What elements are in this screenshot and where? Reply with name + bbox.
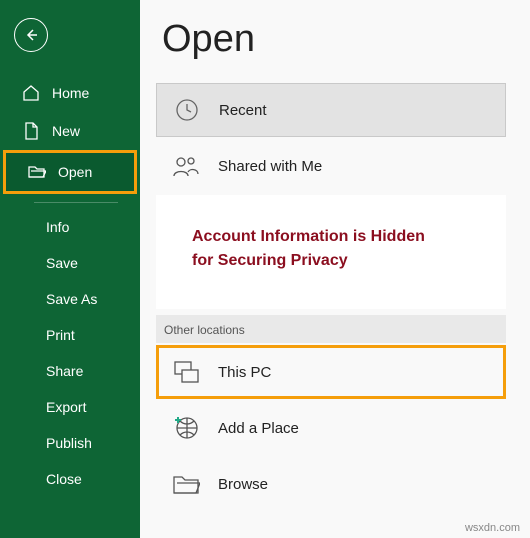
nav-print[interactable]: Print [0,317,140,353]
sidebar: Home New Open Info Save Save As [0,0,140,538]
nav-label: Publish [46,435,92,451]
privacy-notice: Account Information is Hidden for Securi… [156,195,506,309]
list-label: Recent [219,102,267,119]
nav-save[interactable]: Save [0,245,140,281]
this-pc-item[interactable]: This PC [156,345,506,399]
nav-label: Open [58,164,92,180]
list-label: This PC [218,364,271,381]
recent-item[interactable]: Recent [156,83,506,137]
nav-label: Info [46,219,69,235]
nav-label: Export [46,399,86,415]
browse-item[interactable]: Browse [156,457,506,511]
main-panel: Open Recent Shared with Me Account Infor… [140,0,530,538]
nav-label: New [52,123,80,139]
this-pc-icon [172,358,200,386]
back-button[interactable] [14,18,48,52]
file-icon [22,122,40,140]
nav-publish[interactable]: Publish [0,425,140,461]
folder-icon [172,470,200,498]
highlight-open: Open [3,150,137,194]
nav-label: Save As [46,291,97,307]
nav-save-as[interactable]: Save As [0,281,140,317]
nav-list: Home New Open Info Save Save As [0,74,140,497]
nav-new[interactable]: New [0,112,140,150]
home-icon [22,84,40,102]
nav-info[interactable]: Info [0,209,140,245]
nav-divider [34,202,118,203]
nav-share[interactable]: Share [0,353,140,389]
people-icon [172,152,200,180]
list-label: Add a Place [218,420,299,437]
shared-item[interactable]: Shared with Me [156,139,506,193]
privacy-line: for Securing Privacy [192,249,490,273]
nav-label: Close [46,471,82,487]
add-place-icon [172,414,200,442]
nav-home[interactable]: Home [0,74,140,112]
page-title: Open [162,18,506,61]
add-place-item[interactable]: Add a Place [156,401,506,455]
nav-label: Save [46,255,78,271]
clock-icon [173,96,201,124]
privacy-line: Account Information is Hidden [192,225,490,249]
other-locations-header: Other locations [156,315,506,343]
nav-close[interactable]: Close [0,461,140,497]
nav-open[interactable]: Open [6,153,134,191]
nav-label: Home [52,85,89,101]
folder-open-icon [28,163,46,181]
location-list: Recent Shared with Me Account Informatio… [156,83,506,511]
nav-label: Print [46,327,75,343]
watermark: wsxdn.com [465,522,520,534]
list-label: Browse [218,476,268,493]
back-arrow-icon [23,27,39,43]
nav-label: Share [46,363,83,379]
list-label: Shared with Me [218,158,322,175]
nav-export[interactable]: Export [0,389,140,425]
